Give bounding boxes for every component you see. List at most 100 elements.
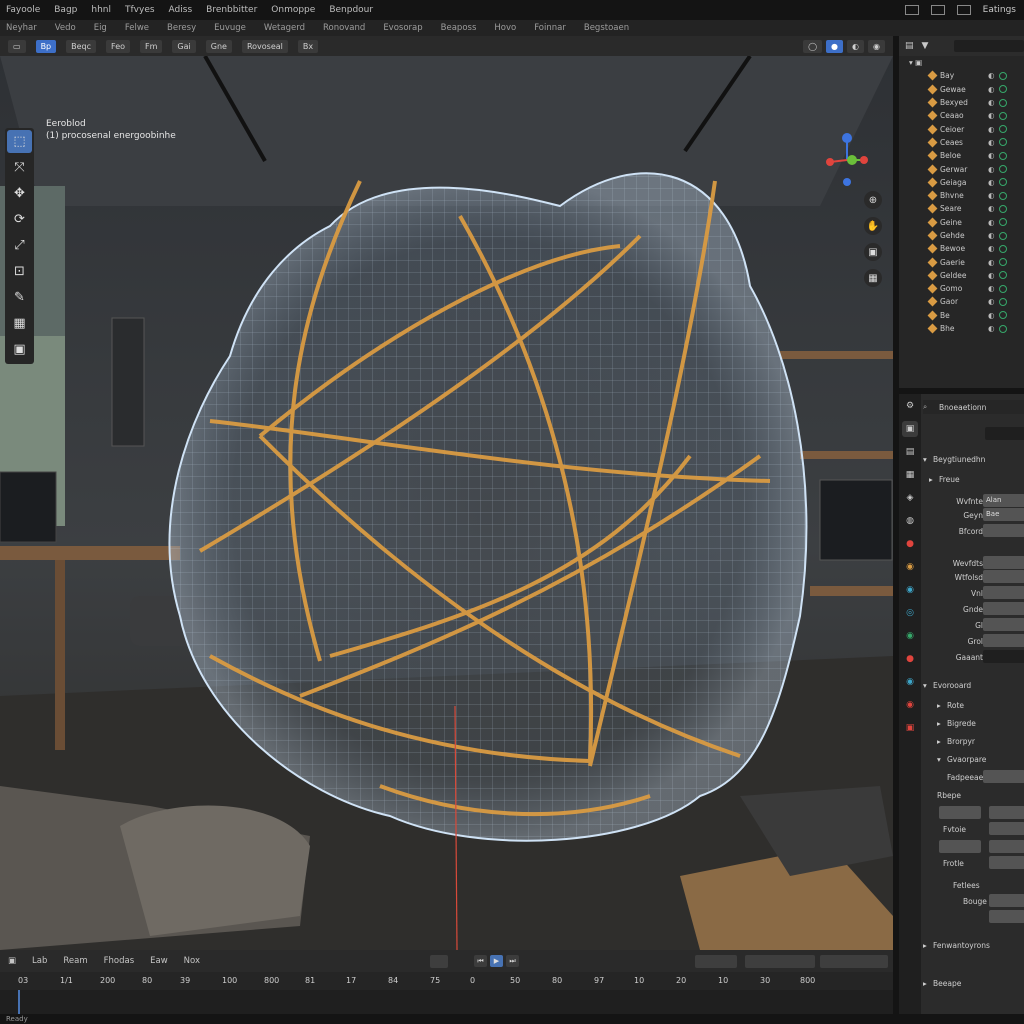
view-menu[interactable]: Beqc <box>66 39 97 53</box>
prop-field[interactable] <box>989 856 1024 869</box>
prop-row[interactable]: ▾ Gvaorpare <box>923 752 1024 766</box>
tab-8[interactable]: Ronovand <box>323 23 365 33</box>
prop-field[interactable] <box>983 602 1024 615</box>
jump-start-icon[interactable]: ⏮ <box>474 955 487 967</box>
current-frame-field[interactable] <box>695 955 737 968</box>
pan-hand-icon[interactable]: ✋ <box>864 217 882 235</box>
render-tab-icon[interactable]: ▣ <box>902 421 918 437</box>
outliner-row[interactable]: Bexyed ◐ <box>899 96 1024 109</box>
tool-tab-icon[interactable]: ⚙ <box>902 398 918 414</box>
tab-6[interactable]: Euvuge <box>214 23 246 33</box>
render-dot-icon[interactable] <box>998 191 1007 200</box>
outliner-row[interactable]: Ceioer ◐ <box>899 122 1024 135</box>
prop-field[interactable] <box>983 650 1024 663</box>
prop-field[interactable] <box>983 618 1024 631</box>
prop-row[interactable]: ▸ Rote <box>923 698 1024 712</box>
modifier-tab-icon[interactable]: ◉ <box>902 559 918 575</box>
render-dot-icon[interactable] <box>998 218 1007 227</box>
menu-item-file[interactable]: Fayoole <box>6 5 40 15</box>
prop-field[interactable] <box>939 806 981 819</box>
keyframe-icon[interactable] <box>430 955 448 968</box>
visibility-eye-icon[interactable]: ◐ <box>988 125 995 134</box>
menu-item-window[interactable]: Tfvyes <box>125 5 155 15</box>
outliner-row[interactable]: Gomo ◐ <box>899 282 1024 295</box>
prop-row[interactable]: ▸ Brorpyr <box>923 734 1024 748</box>
render-dot-icon[interactable] <box>998 244 1007 253</box>
visibility-eye-icon[interactable]: ◐ <box>988 204 995 213</box>
prop-field[interactable] <box>983 524 1024 537</box>
tab-5[interactable]: Beresy <box>167 23 196 33</box>
tab-10[interactable]: Beaposs <box>441 23 477 33</box>
timeline-ruler[interactable]: 03 1/1 200 80 39 100 800 81 17 84 75 0 5… <box>0 972 893 990</box>
view-layer-icon[interactable] <box>930 5 945 15</box>
section-header[interactable]: ▸ Beeape <box>923 976 1024 990</box>
render-dot-icon[interactable] <box>998 271 1007 280</box>
camera-icon[interactable]: ▣ <box>864 243 882 261</box>
outliner-row[interactable]: Bhvne ◐ <box>899 189 1024 202</box>
properties-search-input[interactable] <box>985 427 1024 440</box>
outliner-row[interactable]: Geldee ◐ <box>899 269 1024 282</box>
object-tab-icon[interactable]: ● <box>902 536 918 552</box>
cursor-tool-icon[interactable]: ⤧ <box>7 156 32 179</box>
menu-item-extra-3[interactable]: Benpdour <box>329 5 373 15</box>
scene-selector-icon[interactable] <box>904 5 919 15</box>
tab-13[interactable]: Begstoaen <box>584 23 629 33</box>
wireframe-shading-icon[interactable]: ◯ <box>803 39 823 53</box>
shader-tab-icon[interactable]: ▣ <box>902 720 918 736</box>
render-dot-icon[interactable] <box>998 98 1007 107</box>
zoom-icon[interactable]: ⊕ <box>864 191 882 209</box>
timeline-menu-view[interactable]: Fhodas <box>104 956 135 966</box>
visibility-eye-icon[interactable]: ◐ <box>988 218 995 227</box>
render-dot-icon[interactable] <box>998 324 1007 333</box>
tab-12[interactable]: Foinnar <box>534 23 566 33</box>
visibility-eye-icon[interactable]: ◐ <box>988 165 995 174</box>
render-dot-icon[interactable] <box>998 151 1007 160</box>
jump-end-icon[interactable]: ⏭ <box>506 955 519 967</box>
visibility-eye-icon[interactable]: ◐ <box>988 271 995 280</box>
visibility-eye-icon[interactable]: ◐ <box>988 138 995 147</box>
playhead[interactable] <box>18 990 20 1014</box>
visibility-eye-icon[interactable]: ◐ <box>988 311 995 320</box>
visibility-eye-icon[interactable]: ◐ <box>988 98 995 107</box>
visibility-eye-icon[interactable]: ◐ <box>988 297 995 306</box>
visibility-eye-icon[interactable]: ◐ <box>988 151 995 160</box>
perspective-icon[interactable]: ▦ <box>864 269 882 287</box>
proportional-menu[interactable]: Bx <box>297 39 319 53</box>
3d-viewport[interactable]: Eeroblod (1) procosenal energoobinhe ⬚ ⤧… <box>0 56 893 950</box>
data-tab-icon[interactable]: ● <box>902 651 918 667</box>
tab-11[interactable]: Hovo <box>494 23 516 33</box>
solid-shading-icon[interactable]: ● <box>826 39 844 53</box>
prop-field[interactable] <box>989 822 1024 835</box>
end-frame-field[interactable] <box>820 955 888 968</box>
visibility-eye-icon[interactable]: ◐ <box>988 111 995 120</box>
outliner-row[interactable]: Gaor ◐ <box>899 295 1024 308</box>
tab-3[interactable]: Eig <box>94 23 107 33</box>
annotate-tool-icon[interactable]: ✎ <box>7 286 32 309</box>
object-menu[interactable]: Gai <box>172 39 196 53</box>
tab-2[interactable]: Vedo <box>55 23 76 33</box>
timeline-menu-marker[interactable]: Eaw <box>150 956 168 966</box>
tab-7[interactable]: Wetagerd <box>264 23 305 33</box>
global-menu[interactable]: Gne <box>205 39 232 53</box>
render-dot-icon[interactable] <box>998 71 1007 80</box>
prop-field[interactable] <box>989 806 1024 819</box>
start-frame-field[interactable] <box>745 955 815 968</box>
menu-item-help[interactable]: Adiss <box>169 5 193 15</box>
render-dot-icon[interactable] <box>998 125 1007 134</box>
outliner-row[interactable]: Bewoe ◐ <box>899 242 1024 255</box>
menu-item-edit[interactable]: Bagp <box>54 5 77 15</box>
outliner-row[interactable]: Geine ◐ <box>899 216 1024 229</box>
visibility-eye-icon[interactable]: ◐ <box>988 178 995 187</box>
menu-item-extra-2[interactable]: Onmoppe <box>271 5 315 15</box>
physics-tab-icon[interactable]: ◎ <box>902 605 918 621</box>
move-tool-icon[interactable]: ✥ <box>7 182 32 205</box>
prop-field[interactable]: Bae <box>983 508 1024 521</box>
rendered-shading-icon[interactable]: ◉ <box>868 39 885 53</box>
menu-item-render[interactable]: hhnl <box>91 5 111 15</box>
render-dot-icon[interactable] <box>998 231 1007 240</box>
tab-4[interactable]: Felwe <box>125 23 149 33</box>
prop-field[interactable] <box>983 634 1024 647</box>
render-dot-icon[interactable] <box>998 311 1007 320</box>
snapping-menu[interactable]: Rovoseal <box>241 39 288 53</box>
section-header[interactable]: ▸ Fenwantoyrons <box>923 938 1024 952</box>
